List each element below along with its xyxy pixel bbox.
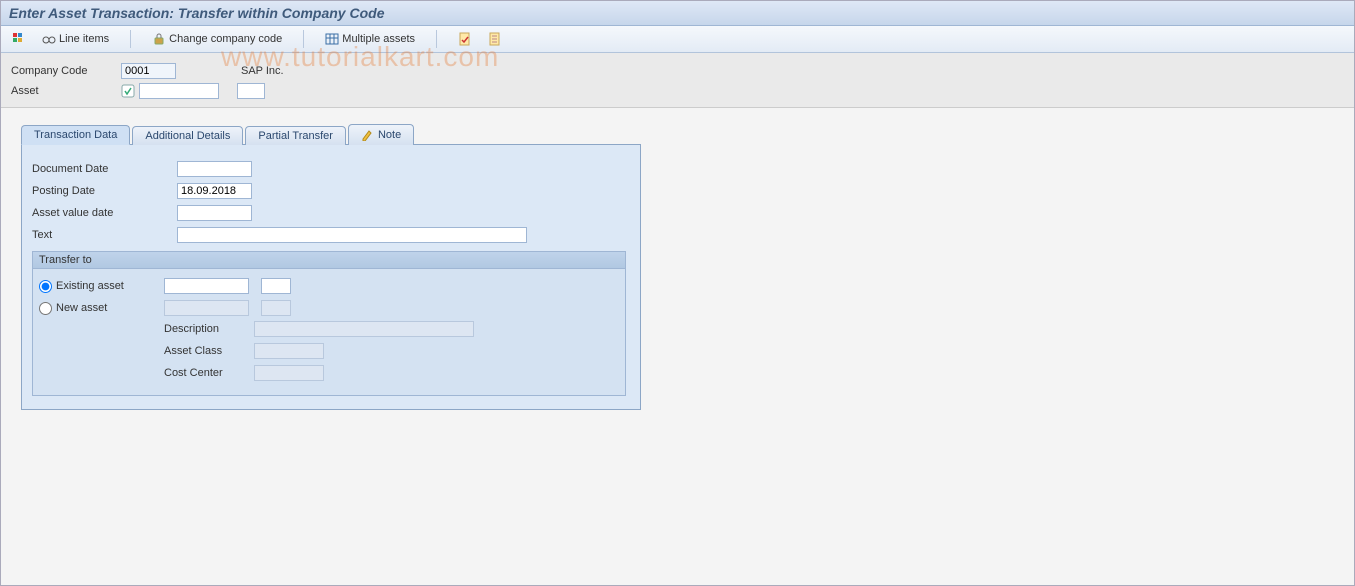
toolbar: Line items Change company code Multiple … bbox=[1, 26, 1354, 53]
document-date-field[interactable] bbox=[177, 161, 252, 177]
multiple-assets-label: Multiple assets bbox=[342, 33, 415, 45]
asset-label: Asset bbox=[11, 85, 121, 97]
document-button-1[interactable] bbox=[453, 29, 477, 49]
transfer-group-title: Transfer to bbox=[33, 252, 625, 269]
existing-asset-sub-field[interactable] bbox=[261, 278, 291, 294]
new-asset-radio-label[interactable]: New asset bbox=[39, 302, 164, 315]
description-field bbox=[254, 321, 474, 337]
asset-class-label: Asset Class bbox=[164, 345, 254, 357]
company-name-label: SAP Inc. bbox=[241, 65, 284, 77]
new-asset-text: New asset bbox=[56, 302, 107, 314]
existing-asset-text: Existing asset bbox=[56, 280, 124, 292]
header-fields: Company Code SAP Inc. Asset bbox=[1, 53, 1354, 108]
description-label: Description bbox=[164, 323, 254, 335]
change-company-label: Change company code bbox=[169, 33, 282, 45]
company-code-label: Company Code bbox=[11, 65, 121, 77]
glasses-icon bbox=[42, 32, 56, 46]
document-check-icon bbox=[458, 32, 472, 46]
grid-icon bbox=[12, 32, 26, 46]
separator bbox=[436, 30, 437, 48]
document-icon bbox=[488, 32, 502, 46]
tab-partial-transfer[interactable]: Partial Transfer bbox=[245, 126, 346, 145]
change-company-button[interactable]: Change company code bbox=[147, 29, 287, 49]
text-field[interactable] bbox=[177, 227, 527, 243]
title-bar: Enter Asset Transaction: Transfer within… bbox=[1, 1, 1354, 26]
line-items-button[interactable]: Line items bbox=[37, 29, 114, 49]
new-asset-sub-field bbox=[261, 300, 291, 316]
asset-class-field bbox=[254, 343, 324, 359]
cost-center-label: Cost Center bbox=[164, 367, 254, 379]
content-area: Transaction Data Additional Details Part… bbox=[1, 108, 1354, 585]
separator bbox=[130, 30, 131, 48]
asset-value-date-label: Asset value date bbox=[32, 207, 177, 219]
company-code-field[interactable] bbox=[121, 63, 176, 79]
tab-additional-details[interactable]: Additional Details bbox=[132, 126, 243, 145]
line-items-label: Line items bbox=[59, 33, 109, 45]
existing-asset-radio[interactable] bbox=[39, 280, 52, 293]
new-asset-field bbox=[164, 300, 249, 316]
asset-sub-field[interactable] bbox=[237, 83, 265, 99]
text-label: Text bbox=[32, 229, 177, 241]
document-button-2[interactable] bbox=[483, 29, 507, 49]
search-help-icon[interactable] bbox=[121, 84, 135, 98]
tab-note[interactable]: Note bbox=[348, 124, 414, 145]
tab-body: Document Date Posting Date Asset value d… bbox=[21, 145, 641, 410]
new-asset-radio[interactable] bbox=[39, 302, 52, 315]
multiple-assets-button[interactable]: Multiple assets bbox=[320, 29, 420, 49]
existing-asset-radio-label[interactable]: Existing asset bbox=[39, 280, 164, 293]
overview-button[interactable] bbox=[7, 29, 31, 49]
pencil-icon bbox=[361, 129, 375, 143]
lock-icon bbox=[152, 32, 166, 46]
tab-note-label: Note bbox=[378, 129, 401, 141]
tabstrip: Transaction Data Additional Details Part… bbox=[21, 123, 641, 145]
tab-transaction-data[interactable]: Transaction Data bbox=[21, 125, 130, 145]
page-title: Enter Asset Transaction: Transfer within… bbox=[9, 5, 384, 21]
app-window: Enter Asset Transaction: Transfer within… bbox=[0, 0, 1355, 586]
cost-center-field bbox=[254, 365, 324, 381]
asset-field[interactable] bbox=[139, 83, 219, 99]
document-date-label: Document Date bbox=[32, 163, 177, 175]
transfer-group: Transfer to Existing asset bbox=[32, 251, 626, 396]
asset-value-date-field[interactable] bbox=[177, 205, 252, 221]
existing-asset-field[interactable] bbox=[164, 278, 249, 294]
posting-date-field[interactable] bbox=[177, 183, 252, 199]
posting-date-label: Posting Date bbox=[32, 185, 177, 197]
separator bbox=[303, 30, 304, 48]
table-icon bbox=[325, 32, 339, 46]
